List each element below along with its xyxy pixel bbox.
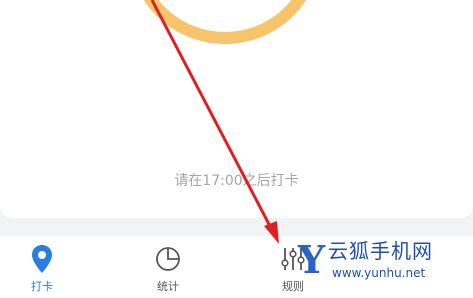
tab-label: 统计 [157,280,179,293]
checkin-button[interactable] [128,0,322,44]
watermark-letter: Y [298,237,326,282]
pie-chart-icon [128,242,208,276]
watermark-url: www.yunhu.net [332,266,426,280]
tab-checkin[interactable]: 打卡 [2,242,82,294]
tab-label: 打卡 [31,280,53,293]
checkin-hint: 请在17:00之后打卡 [174,173,299,189]
location-pin-icon [2,242,82,276]
watermark-name: 云狐手机网 [328,239,433,263]
watermark-logo: Y 云狐手机网 www.yunhu.net [298,238,468,288]
tab-statistics[interactable]: 统计 [128,242,208,294]
checkin-card: 请在17:00之后打卡 [0,0,473,218]
